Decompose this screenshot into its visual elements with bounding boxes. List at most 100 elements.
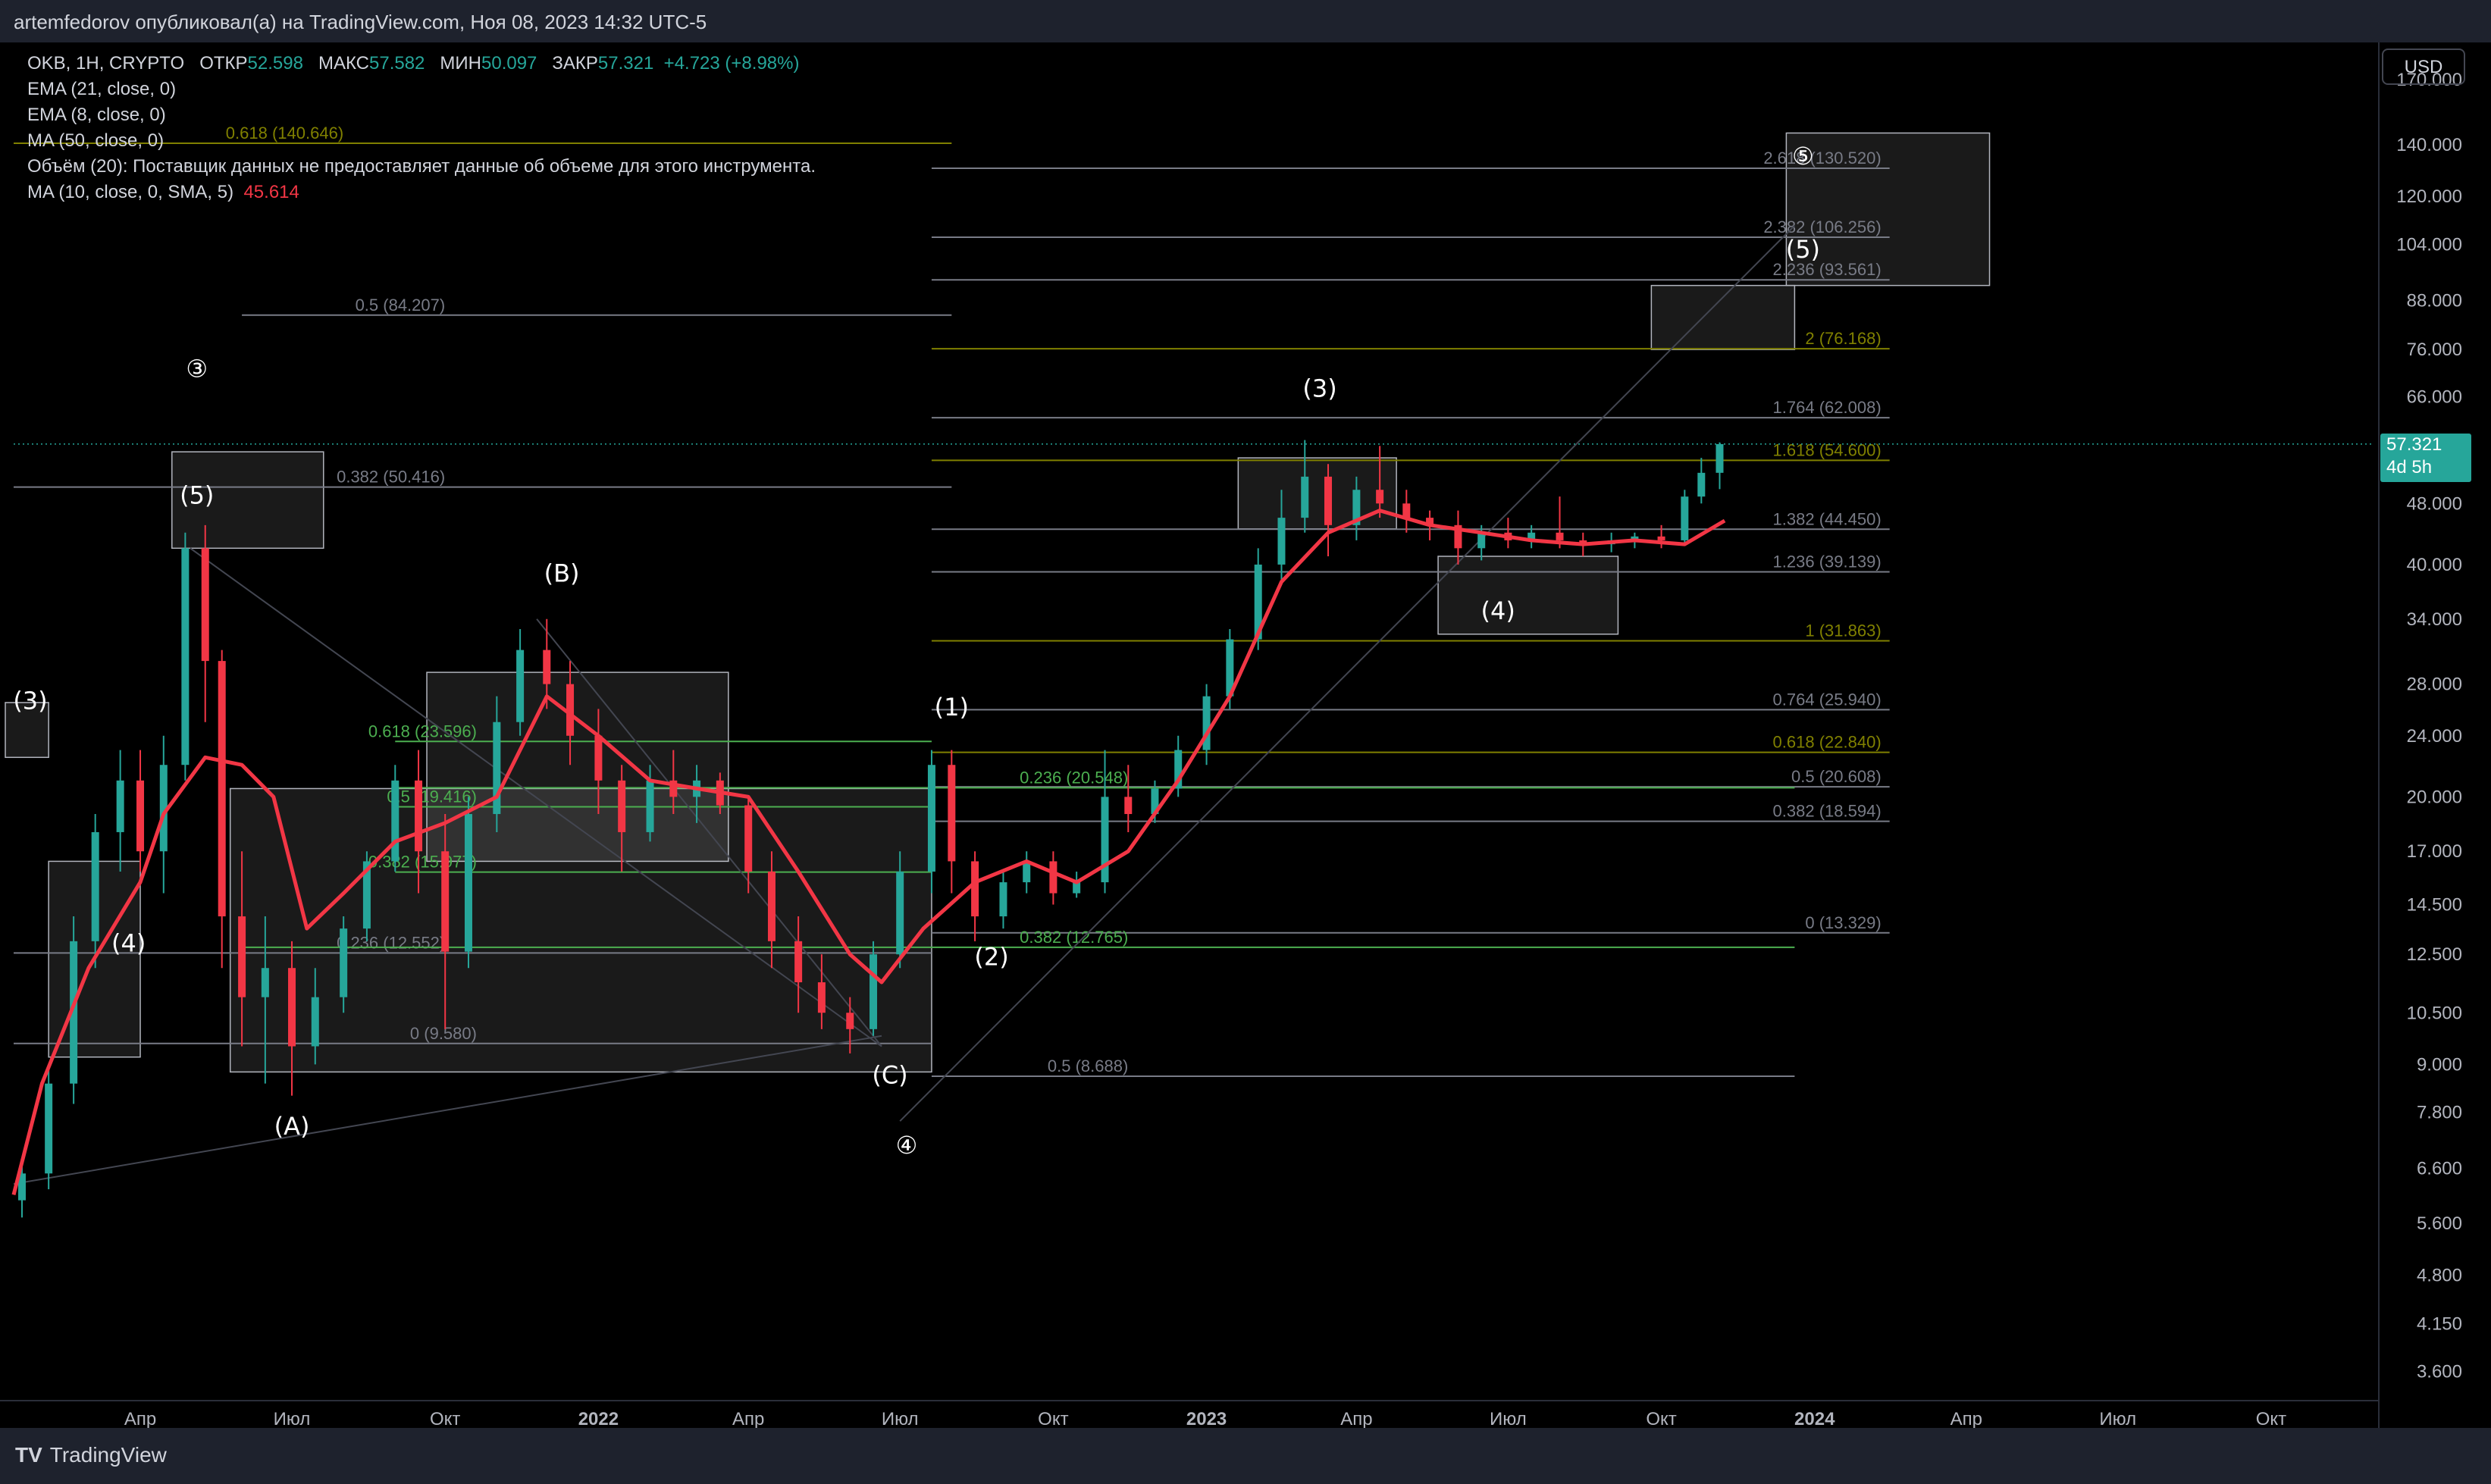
price-tick-label: 24.000	[2407, 726, 2462, 747]
pattern-box	[229, 787, 932, 1073]
fib-level-label: 1.764 (62.008)	[1773, 398, 1882, 417]
price-tick-label: 12.500	[2407, 944, 2462, 965]
pattern-box	[1650, 284, 1796, 350]
wave-label: (5)	[180, 481, 214, 509]
time-tick-label: 2023	[1186, 1409, 1227, 1428]
candle-body	[116, 780, 124, 832]
currency-button[interactable]: USD	[2382, 49, 2465, 85]
candle-body	[927, 765, 935, 872]
candle-body	[464, 814, 472, 952]
fib-level-label: 0.5 (20.608)	[1791, 767, 1882, 786]
fib-level-label: 2 (76.168)	[1805, 329, 1881, 348]
fib-level-label: 0.618 (23.596)	[368, 722, 477, 740]
symbol-name: OKB, 1H, CRYPTO	[27, 53, 185, 74]
candle-body	[261, 968, 269, 997]
fib-level-label: 0.382 (50.416)	[337, 468, 445, 487]
candle-body	[201, 548, 209, 662]
tradingview-brand[interactable]: TV TradingView	[15, 1443, 167, 1467]
high-label: МАКС	[318, 53, 369, 74]
candle-body	[543, 650, 551, 684]
fib-level-label: 0 (9.580)	[410, 1024, 477, 1043]
last-price-badge: 57.321 4d 5h	[2380, 433, 2471, 482]
fib-level-label: 0.236 (20.548)	[1020, 768, 1128, 787]
time-tick-label: Июл	[274, 1409, 311, 1428]
candle-body	[1049, 861, 1058, 894]
candle-body	[1324, 476, 1333, 525]
wave-label: (1)	[935, 693, 969, 722]
price-tick-label: 5.600	[2417, 1213, 2462, 1234]
time-tick-label: Окт	[1646, 1409, 1676, 1428]
fib-level-label: 1.236 (39.139)	[1773, 553, 1882, 571]
indicator-ma50[interactable]: MA (50, close, 0)	[27, 130, 164, 152]
fib-level-label: 0.764 (25.940)	[1773, 690, 1882, 709]
price-tick-label: 76.000	[2407, 340, 2462, 360]
attribution-text: artemfedorov опубликовал(а) на TradingVi…	[14, 11, 707, 33]
price-tick-label: 28.000	[2407, 675, 2462, 695]
price-tick-label: 40.000	[2407, 555, 2462, 575]
candle-body	[646, 780, 654, 832]
candle-body	[767, 872, 776, 941]
symbol-legend: OKB, 1H, CRYPTO ОТКР52.598 МАКС57.582 МИ…	[27, 53, 799, 74]
time-tick-label: 2024	[1794, 1409, 1835, 1428]
candle-body	[948, 765, 956, 862]
price-tick-label: 17.000	[2407, 841, 2462, 862]
time-tick-label: Апр	[732, 1409, 764, 1428]
price-tick-label: 3.600	[2417, 1362, 2462, 1382]
indicator-ema8[interactable]: EMA (8, close, 0)	[27, 105, 166, 126]
candle-body	[794, 941, 803, 983]
candle-body	[391, 780, 400, 862]
fib-level-label: 0.382 (18.594)	[1773, 802, 1882, 821]
candle-body	[594, 735, 603, 781]
ma10-value: 45.614	[243, 182, 299, 202]
candle-body	[45, 1083, 53, 1174]
price-tick-label: 7.800	[2417, 1103, 2462, 1123]
candle-body	[999, 882, 1007, 917]
candle-body	[415, 780, 423, 852]
open-label: ОТКР	[199, 53, 248, 74]
wave-label: (C)	[872, 1061, 907, 1090]
candle-body	[1556, 532, 1564, 540]
candle-body	[1681, 496, 1689, 540]
candle-body	[870, 954, 878, 1029]
candle-body	[1101, 797, 1109, 883]
price-tick-label: 140.000	[2396, 135, 2462, 155]
wave-label: ③	[186, 354, 208, 383]
price-tick-label: 4.800	[2417, 1265, 2462, 1285]
brand-label: TradingView	[49, 1443, 167, 1467]
candle-body	[618, 780, 626, 832]
pattern-box	[1237, 457, 1397, 530]
candle-body	[311, 997, 319, 1047]
price-tick-label: 14.500	[2407, 895, 2462, 916]
candle-body	[896, 872, 904, 955]
fib-level-label: 0.5 (19.416)	[387, 787, 477, 806]
indicator-volume[interactable]: Объём (20): Поставщик данных не предоста…	[27, 156, 816, 177]
candle-body	[288, 968, 296, 1047]
low-label: МИН	[440, 53, 481, 74]
fib-level-label: 2.618 (130.520)	[1763, 149, 1881, 167]
time-tick-label: 2022	[578, 1409, 619, 1428]
candle-body	[846, 1013, 854, 1029]
last-price-value: 57.321	[2386, 434, 2442, 455]
time-tick-label: Июл	[2099, 1409, 2136, 1428]
fib-level-label: 2.382 (106.256)	[1763, 218, 1881, 236]
wave-label: (3)	[13, 686, 47, 715]
price-tick-label: 66.000	[2407, 387, 2462, 407]
price-tick-label: 88.000	[2407, 290, 2462, 311]
price-tick-label: 4.150	[2417, 1314, 2462, 1335]
candle-body	[1124, 797, 1133, 815]
wave-label: (5)	[1786, 235, 1820, 264]
wave-label: (2)	[974, 943, 1008, 972]
time-tick-label: Окт	[1038, 1409, 1068, 1428]
indicator-ema21[interactable]: EMA (21, close, 0)	[27, 79, 176, 100]
price-chart[interactable]: 0.618 (140.646) 0.5 (84.207) 0.382 (50.416…	[0, 42, 2491, 1428]
price-tick-label: 120.000	[2396, 186, 2462, 207]
high-value: 57.582	[369, 53, 425, 74]
price-tick-label: 6.600	[2417, 1159, 2462, 1179]
fib-level-label: 0.618 (22.840)	[1773, 733, 1882, 752]
time-tick-label: Апр	[1950, 1409, 1982, 1428]
fib-level-label: 0.5 (84.207)	[356, 296, 446, 315]
indicator-ma10[interactable]: MA (10, close, 0, SMA, 5) 45.614	[27, 182, 299, 203]
fib-level-label: 0.382 (12.765)	[1020, 928, 1128, 947]
wave-label: ④	[896, 1131, 918, 1160]
close-label: ЗАКР	[552, 53, 598, 74]
